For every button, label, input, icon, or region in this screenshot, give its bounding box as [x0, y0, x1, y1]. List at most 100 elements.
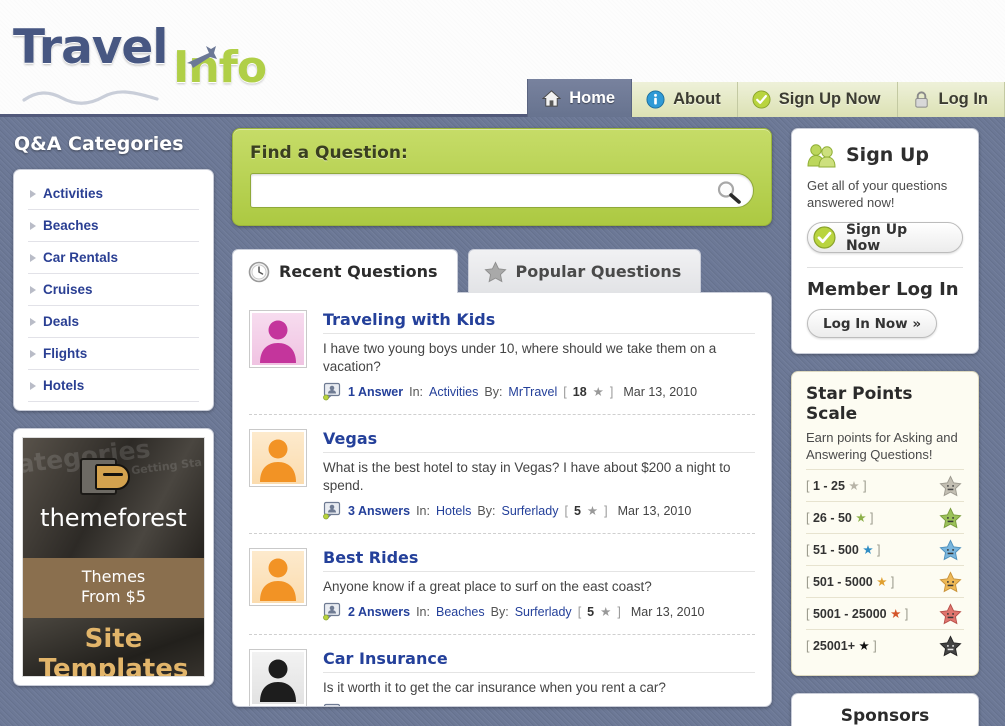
star-scale-row: [ 25001+ ★ ]	[806, 629, 964, 661]
question-author[interactable]: TravelGuru	[532, 706, 594, 707]
ad-bottom-line2: Templates	[38, 654, 189, 677]
question-title[interactable]: Vegas	[323, 429, 755, 448]
question-author[interactable]: Surferlady	[515, 605, 572, 619]
sidebar-item-label: Hotels	[43, 378, 85, 393]
user-silhouette-icon	[260, 659, 296, 702]
sign-up-now-button[interactable]: Sign Up Now	[807, 222, 963, 254]
themeforest-leaf-icon	[95, 464, 130, 490]
ad-banner[interactable]: ategories Getting Sta themeforest Themes…	[22, 437, 205, 677]
answer-count[interactable]: 2 Answers	[348, 605, 410, 619]
question-date: Mar 13, 2010	[623, 384, 698, 399]
chevron-right-icon	[30, 285, 36, 294]
star-badge-icon	[939, 474, 962, 496]
question-item[interactable]: Car Insurance Is it worth it to get the …	[249, 635, 755, 707]
airplane-icon	[187, 46, 217, 68]
tab-label: Recent Questions	[279, 262, 438, 281]
sidebar-item-cruises[interactable]: Cruises	[28, 274, 199, 306]
users-icon	[807, 144, 836, 168]
nav-tab-home[interactable]: Home	[527, 79, 633, 117]
log-in-now-button[interactable]: Log In Now »	[807, 309, 938, 338]
check-circle-icon	[752, 90, 771, 109]
sidebar-item-beaches[interactable]: Beaches	[28, 210, 199, 242]
left-sidebar: Q&A Categories Activities Beaches Car Re…	[13, 133, 214, 686]
home-icon	[542, 89, 562, 107]
info-icon	[646, 90, 665, 109]
right-sidebar: Sign Up Get all of your questions answer…	[791, 128, 979, 726]
question-category[interactable]: Activities	[429, 385, 478, 399]
question-title[interactable]: Traveling with Kids	[323, 310, 755, 329]
nav-tab-login[interactable]: Log In	[897, 82, 1005, 117]
star-scale-row: [ 5001 - 25000 ★ ]	[806, 597, 964, 629]
answer-count[interactable]: 1 Answer	[348, 385, 403, 399]
question-meta: 2 Answers In: Beaches By: Surferlady [ 5…	[323, 602, 755, 621]
question-category[interactable]: Beaches	[436, 605, 485, 619]
question-date: Mar 13, 2010	[630, 604, 705, 619]
star-range-label: [ 5001 - 25000 ★ ]	[806, 607, 909, 621]
question-category[interactable]: Car Rentals	[436, 706, 502, 707]
ad-band-line1: Themes	[81, 567, 146, 586]
sidebar-item-flights[interactable]: Flights	[28, 338, 199, 370]
sidebar-item-label: Deals	[43, 314, 80, 329]
question-category[interactable]: Hotels	[436, 504, 471, 518]
chevron-right-icon	[30, 349, 36, 358]
question-title[interactable]: Car Insurance	[323, 649, 755, 668]
sidebar-item-label: Flights	[43, 346, 88, 361]
star-scale-row: [ 51 - 500 ★ ]	[806, 533, 964, 565]
question-item[interactable]: Traveling with Kids I have two young boy…	[249, 296, 755, 415]
advertisement-panel[interactable]: ategories Getting Sta themeforest Themes…	[13, 428, 214, 686]
question-date: Mar 13, 2010	[660, 706, 734, 707]
question-title[interactable]: Best Rides	[323, 548, 755, 567]
site-logo[interactable]: Travel Info	[13, 22, 273, 105]
answer-count[interactable]: 3 Answers	[348, 504, 410, 518]
chevron-right-icon	[30, 317, 36, 326]
star-points-panel: Star Points Scale Earn points for Asking…	[791, 371, 979, 676]
question-author[interactable]: MrTravel	[508, 385, 557, 399]
question-meta: 1 Answer In: Activities By: MrTravel [ 1…	[323, 382, 755, 401]
sidebar-item-car-rentals[interactable]: Car Rentals	[28, 242, 199, 274]
ad-price-band: Themes From $5	[23, 558, 204, 618]
question-text: I have two young boys under 10, where sh…	[323, 333, 755, 376]
nav-label: About	[673, 90, 721, 108]
in-label: In:	[416, 706, 430, 707]
search-label: Find a Question:	[250, 143, 408, 163]
points-star-icon: ★	[592, 385, 604, 399]
question-author[interactable]: Surferlady	[501, 504, 558, 518]
answer-bubble-icon	[323, 602, 341, 621]
avatar	[249, 649, 307, 706]
sidebar-item-label: Activities	[43, 186, 104, 201]
chevron-right-icon	[30, 253, 36, 262]
tab-label: Popular Questions	[515, 262, 682, 281]
site-header: Travel Info Home About Sign Up Now Log I…	[0, 0, 1005, 117]
nav-tab-signup[interactable]: Sign Up Now	[737, 82, 898, 117]
sidebar-item-activities[interactable]: Activities	[28, 178, 199, 210]
sidebar-item-hotels[interactable]: Hotels	[28, 370, 199, 402]
answer-count[interactable]: 2 Answers	[348, 706, 410, 707]
divider	[807, 267, 963, 268]
question-item[interactable]: Vegas What is the best hotel to stay in …	[249, 415, 755, 534]
wave-underline-icon	[22, 90, 159, 105]
sidebar-item-deals[interactable]: Deals	[28, 306, 199, 338]
author-points: 5	[587, 604, 595, 619]
search-icon[interactable]	[716, 180, 742, 204]
star-range-label: [ 501 - 5000 ★ ]	[806, 575, 895, 589]
tab-recent-questions[interactable]: Recent Questions	[232, 249, 458, 293]
by-label: By:	[490, 604, 509, 619]
chevron-right-icon	[30, 189, 36, 198]
ad-bottom-image: Site Templates	[23, 618, 204, 677]
star-points-subtitle: Earn points for Asking and Answering Que…	[806, 430, 958, 462]
points-star-icon: ★	[586, 504, 599, 518]
star-scale-row: [ 501 - 5000 ★ ]	[806, 565, 964, 597]
lock-icon	[914, 91, 928, 108]
nav-tab-about[interactable]: About	[632, 82, 738, 117]
ad-bottom-text: Site Templates	[23, 624, 204, 677]
points-bracket-open: [	[600, 706, 603, 707]
search-input[interactable]	[251, 174, 753, 207]
points-bracket-open: [	[564, 503, 568, 518]
nav-label: Log In	[938, 90, 988, 108]
question-text: Is it worth it to get the car insurance …	[323, 672, 755, 697]
question-item[interactable]: Best Rides Anyone know if a great place …	[249, 534, 755, 635]
in-label: In:	[416, 604, 430, 619]
question-list: Traveling with Kids I have two young boy…	[232, 292, 772, 707]
tab-popular-questions[interactable]: Popular Questions	[467, 249, 702, 293]
points-bracket-open: [	[577, 604, 582, 619]
